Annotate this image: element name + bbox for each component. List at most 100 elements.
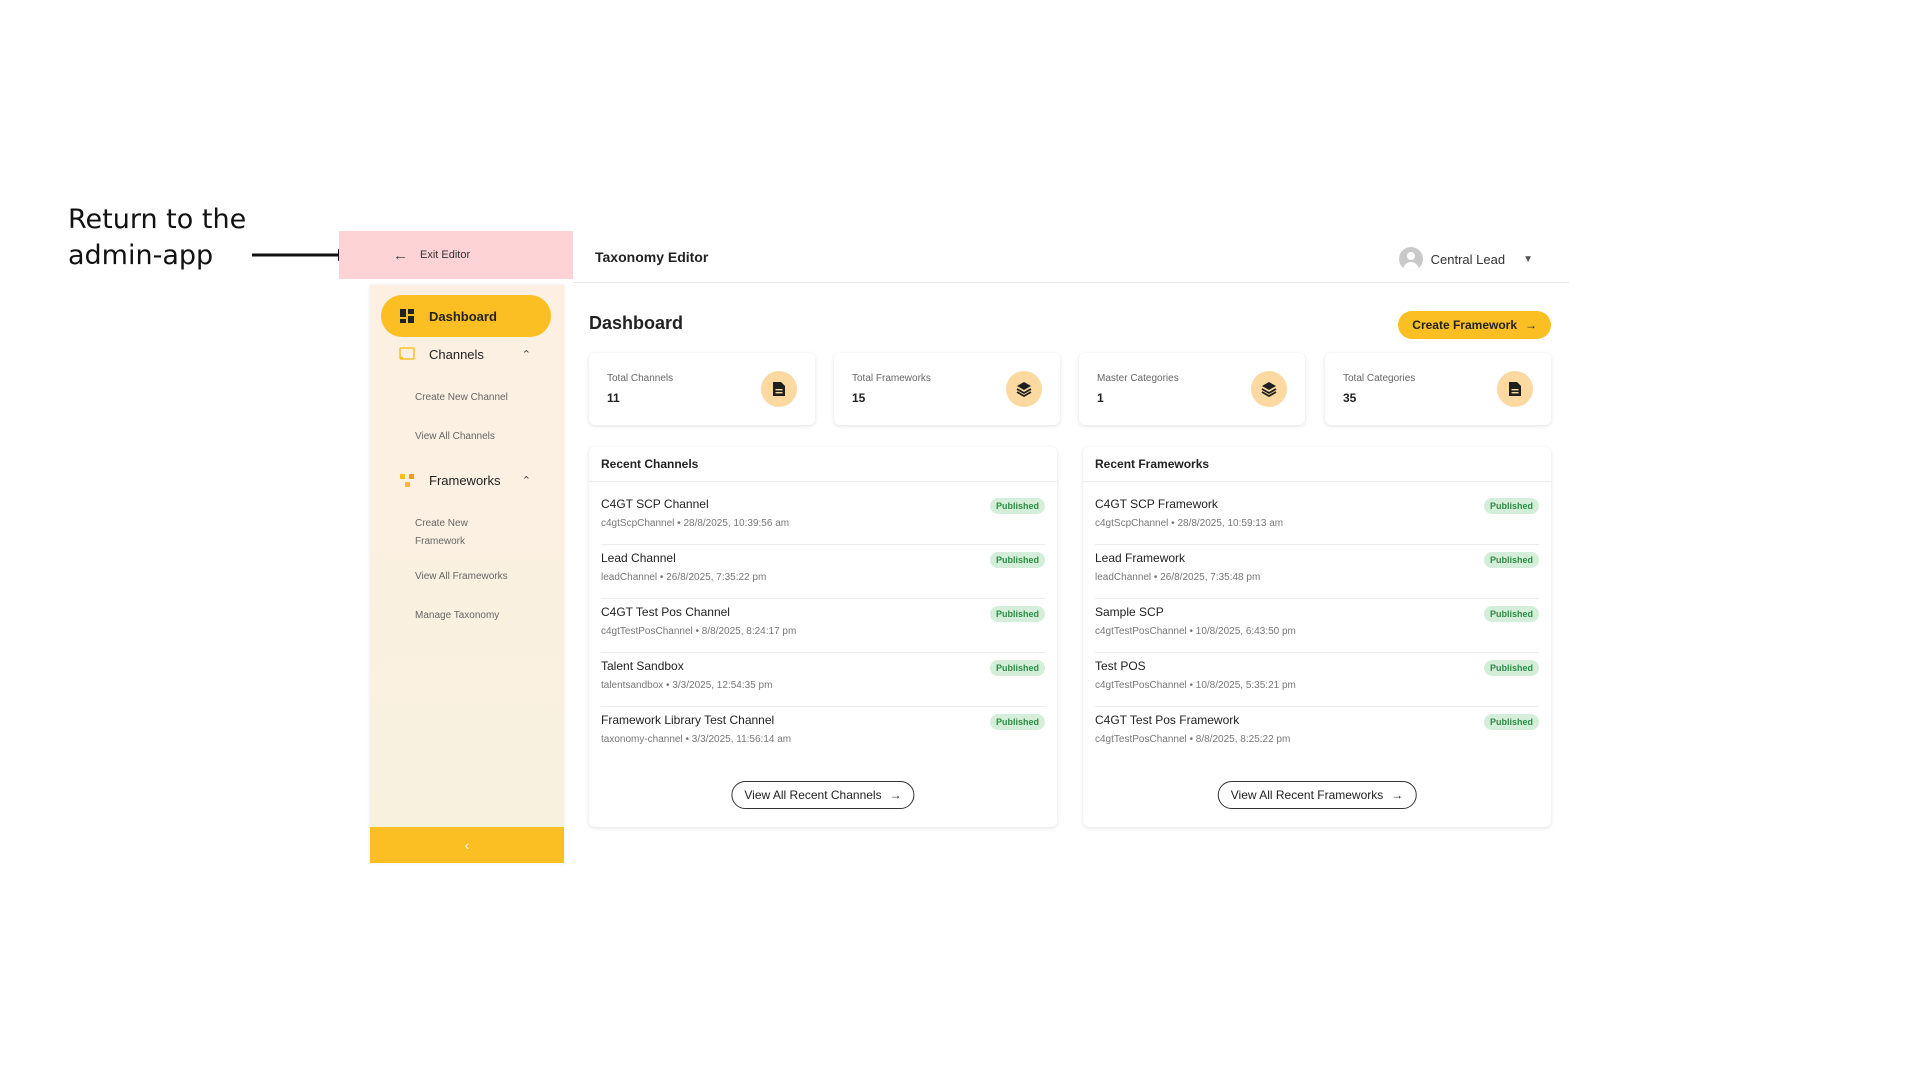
cast-icon xyxy=(399,346,415,362)
chevron-up-icon[interactable]: ⌃ xyxy=(522,348,531,361)
stat-label: Total Categories xyxy=(1343,373,1416,384)
user-name: Central Lead xyxy=(1430,251,1506,267)
sidebar-sub-create-framework[interactable]: Create New Framework xyxy=(415,515,505,551)
item-name: Talent Sandbox xyxy=(601,659,684,673)
create-framework-button[interactable]: Create Framework → xyxy=(1398,311,1551,339)
view-all-channels-button[interactable]: View All Recent Channels → xyxy=(731,781,915,809)
taxonomy-editor-app: ← Exit Editor Taxonomy Editor Central Le… xyxy=(339,231,1569,863)
divider xyxy=(1083,481,1551,482)
stat-label: Total Channels xyxy=(607,373,674,384)
panel-title: Recent Channels xyxy=(601,457,699,471)
caret-down-icon: ▼ xyxy=(1523,253,1533,265)
status-badge: Published xyxy=(989,552,1045,568)
item-meta: leadChannel • 26/8/2025, 7:35:48 pm xyxy=(1095,572,1261,583)
recent-channels-panel: Recent Channels C4GT SCP Channel c4gtScp… xyxy=(589,447,1057,827)
item-name: Lead Framework xyxy=(1095,551,1186,565)
status-badge: Published xyxy=(1483,714,1539,730)
item-name: Framework Library Test Channel xyxy=(601,713,775,727)
sidebar-sub-view-frameworks[interactable]: View All Frameworks xyxy=(415,568,545,586)
item-meta: talentsandbox • 3/3/2025, 12:54:35 pm xyxy=(601,680,773,691)
layers-icon xyxy=(1251,371,1287,407)
stat-value: 1 xyxy=(1097,391,1104,405)
stat-card-total-channels: Total Channels 11 xyxy=(589,353,815,425)
sidebar-item-label: Channels xyxy=(429,346,484,362)
annotation-arrow-icon xyxy=(252,249,352,261)
sidebar-sub-create-channel[interactable]: Create New Channel xyxy=(415,389,545,407)
list-item[interactable]: C4GT Test Pos Framework c4gtTestPosChann… xyxy=(1095,707,1539,761)
status-badge: Published xyxy=(1483,660,1539,676)
item-name: Sample SCP xyxy=(1095,605,1164,619)
view-all-frameworks-button[interactable]: View All Recent Frameworks → xyxy=(1217,781,1417,809)
arrow-right-icon: → xyxy=(889,788,902,802)
exit-editor-label: Exit Editor xyxy=(420,249,471,261)
dashboard-icon xyxy=(399,308,415,324)
stat-label: Total Frameworks xyxy=(852,373,931,384)
list-item[interactable]: C4GT SCP Framework c4gtScpChannel • 28/8… xyxy=(1095,491,1539,545)
item-name: C4GT SCP Channel xyxy=(601,497,709,511)
item-meta: c4gtScpChannel • 28/8/2025, 10:59:13 am xyxy=(1095,518,1284,529)
item-meta: c4gtTestPosChannel • 10/8/2025, 5:35:21 … xyxy=(1095,680,1296,691)
stat-card-total-frameworks: Total Frameworks 15 xyxy=(834,353,1060,425)
list-item[interactable]: Test POS c4gtTestPosChannel • 10/8/2025,… xyxy=(1095,653,1539,707)
sidebar-item-dashboard[interactable]: Dashboard xyxy=(381,295,551,337)
status-badge: Published xyxy=(989,498,1045,514)
arrow-right-icon: → xyxy=(1391,788,1404,802)
item-meta: c4gtTestPosChannel • 8/8/2025, 8:25:22 p… xyxy=(1095,734,1291,745)
sidebar: Dashboard Channels ⌃ Create New Channel … xyxy=(370,285,564,863)
item-name: Lead Channel xyxy=(601,551,676,565)
sidebar-item-label: Dashboard xyxy=(429,308,497,324)
status-badge: Published xyxy=(989,606,1045,622)
stat-value: 11 xyxy=(607,391,620,405)
page-header-title: Taxonomy Editor xyxy=(595,248,709,265)
item-name: Test POS xyxy=(1095,659,1146,673)
stat-value: 15 xyxy=(852,391,866,405)
document-icon xyxy=(761,371,797,407)
status-badge: Published xyxy=(989,714,1045,730)
panel-title: Recent Frameworks xyxy=(1095,457,1210,471)
chevron-left-icon: ‹ xyxy=(464,837,470,853)
annotation-text: Return to the admin-app xyxy=(68,204,247,271)
status-badge: Published xyxy=(1483,552,1539,568)
status-badge: Published xyxy=(989,660,1045,676)
list-item[interactable]: C4GT Test Pos Channel c4gtTestPosChannel… xyxy=(601,599,1045,653)
chevron-up-icon[interactable]: ⌃ xyxy=(522,474,531,487)
list-item[interactable]: C4GT SCP Channel c4gtScpChannel • 28/8/2… xyxy=(601,491,1045,545)
avatar xyxy=(1398,247,1423,271)
view-all-label: View All Recent Frameworks xyxy=(1230,788,1384,802)
status-badge: Published xyxy=(1483,498,1539,514)
stat-label: Master Categories xyxy=(1097,373,1179,384)
sidebar-item-label: Frameworks xyxy=(429,472,501,488)
item-name: C4GT Test Pos Framework xyxy=(1095,713,1240,727)
item-meta: c4gtTestPosChannel • 8/8/2025, 8:24:17 p… xyxy=(601,626,797,637)
item-name: C4GT SCP Framework xyxy=(1095,497,1218,511)
item-meta: leadChannel • 26/8/2025, 7:35:22 pm xyxy=(601,572,767,583)
document-icon xyxy=(1497,371,1533,407)
item-meta: c4gtScpChannel • 28/8/2025, 10:39:56 am xyxy=(601,518,790,529)
arrow-right-icon: → xyxy=(1525,318,1537,332)
sidebar-item-channels[interactable]: Channels ⌃ xyxy=(381,333,551,375)
list-item[interactable]: Lead Framework leadChannel • 26/8/2025, … xyxy=(1095,545,1539,599)
list-item[interactable]: Sample SCP c4gtTestPosChannel • 10/8/202… xyxy=(1095,599,1539,653)
list-item[interactable]: Talent Sandbox talentsandbox • 3/3/2025,… xyxy=(601,653,1045,707)
list-item[interactable]: Lead Channel leadChannel • 26/8/2025, 7:… xyxy=(601,545,1045,599)
item-name: C4GT Test Pos Channel xyxy=(601,605,730,619)
create-framework-label: Create Framework xyxy=(1412,318,1517,332)
sidebar-item-frameworks[interactable]: Frameworks ⌃ xyxy=(381,459,551,501)
exit-editor-button[interactable]: ← Exit Editor xyxy=(339,231,573,279)
page-title: Dashboard xyxy=(589,313,684,333)
user-menu[interactable]: Central Lead ▼ xyxy=(1398,247,1533,271)
status-badge: Published xyxy=(1483,606,1539,622)
sidebar-sub-view-channels[interactable]: View All Channels xyxy=(415,428,545,446)
list-item[interactable]: Framework Library Test Channel taxonomy-… xyxy=(601,707,1045,761)
recent-frameworks-panel: Recent Frameworks C4GT SCP Framework c4g… xyxy=(1083,447,1551,827)
item-meta: c4gtTestPosChannel • 10/8/2025, 6:43:50 … xyxy=(1095,626,1296,637)
top-bar: Taxonomy Editor Central Lead ▼ xyxy=(573,231,1569,283)
sidebar-collapse-button[interactable]: ‹ xyxy=(370,827,564,863)
stat-card-total-categories: Total Categories 35 xyxy=(1325,353,1551,425)
arrow-left-icon: ← xyxy=(393,246,408,264)
sidebar-sub-manage-taxonomy[interactable]: Manage Taxonomy xyxy=(415,607,545,625)
frameworks-icon xyxy=(399,472,415,488)
stats-row: Total Channels 11 Total Frameworks 15 Ma… xyxy=(589,353,1551,425)
stat-value: 35 xyxy=(1343,391,1357,405)
stat-card-master-categories: Master Categories 1 xyxy=(1079,353,1305,425)
